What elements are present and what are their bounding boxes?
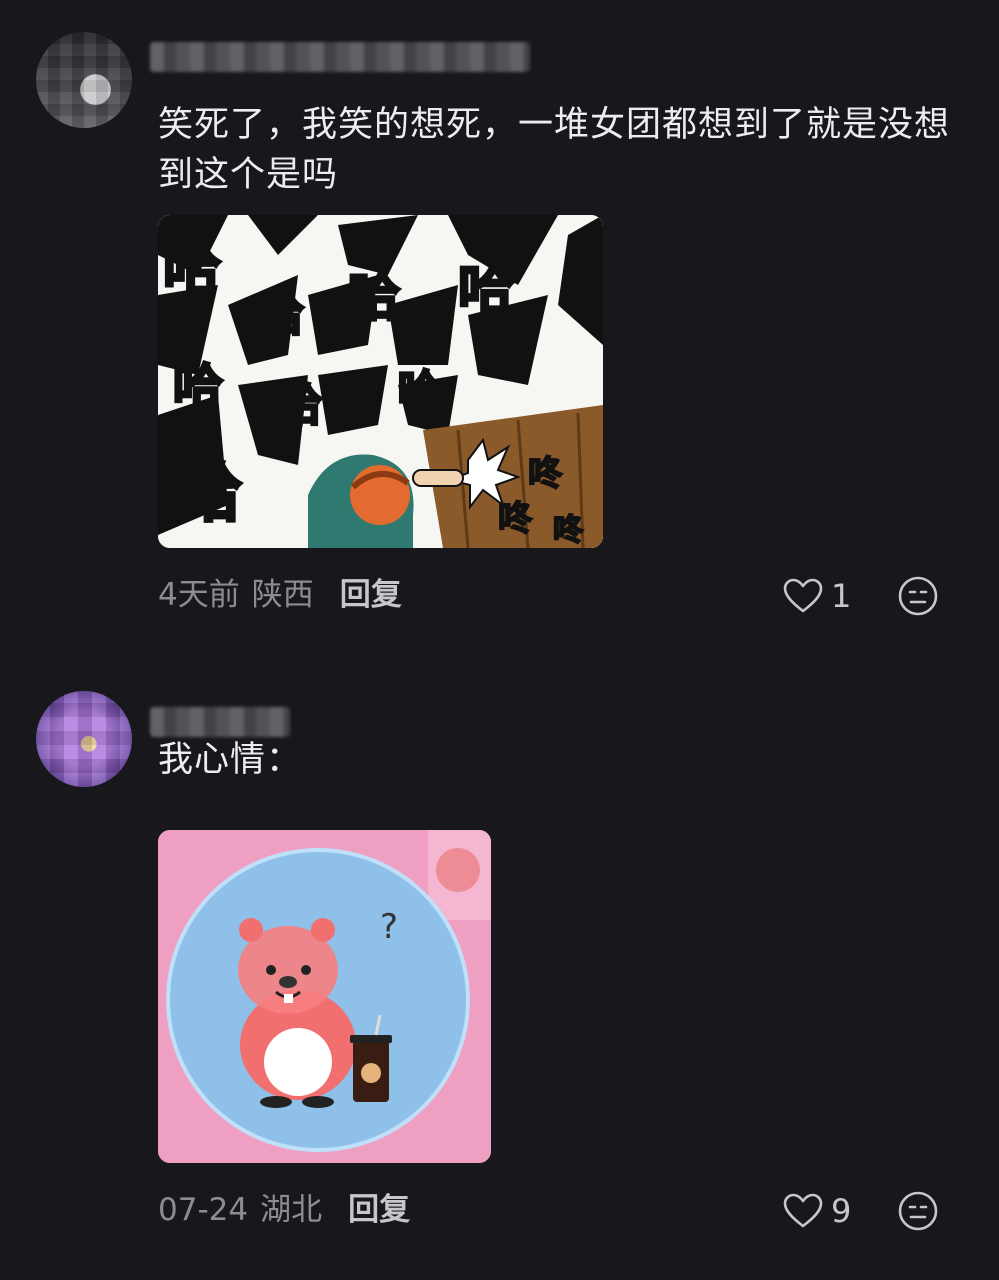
laughing-comic-illustration: 哈 哈 哈 哈 哈 哈 哈 哈 咚 咚 咚 <box>158 215 603 548</box>
heart-outline-icon <box>783 1193 823 1228</box>
username-blurred[interactable] <box>150 707 290 737</box>
heart-outline-icon <box>783 578 823 613</box>
sfx-ha-6: 哈 <box>278 380 322 431</box>
avatar[interactable] <box>36 32 132 128</box>
comment-image-laughing-comic[interactable]: 哈 哈 哈 哈 哈 哈 哈 哈 咚 咚 咚 <box>158 215 603 548</box>
comment-meta: 4天前 陕西 回复 <box>158 575 402 615</box>
like-count: 9 <box>831 1192 852 1230</box>
sfx-ha-3: 哈 <box>348 268 400 328</box>
neutral-face-icon[interactable] <box>897 1190 939 1232</box>
neutral-face-icon[interactable] <box>897 575 939 617</box>
comment-text: 我心情： <box>158 740 303 780</box>
like-button[interactable]: 1 <box>783 576 851 616</box>
comment-image-beaver-sticker[interactable]: ? <box>158 830 491 1163</box>
comment-item: 我心情： ? 07-24 湖北 回复 9 <box>0 685 999 1255</box>
sfx-dong-3: 咚 <box>553 513 584 548</box>
comment-location: 陕西 <box>251 577 314 613</box>
comment-location: 湖北 <box>260 1192 323 1228</box>
sfx-dong-2: 咚 <box>498 499 533 539</box>
comment-time: 07-24 <box>158 1192 249 1228</box>
avatar[interactable] <box>36 691 132 787</box>
sfx-ha-4: 哈 <box>458 259 514 324</box>
like-button[interactable]: 9 <box>783 1191 851 1231</box>
sfx-ha-8: 哈 <box>178 457 242 531</box>
like-count: 1 <box>831 577 852 615</box>
reply-button[interactable]: 回复 <box>340 577 402 613</box>
sfx-ha-1: 哈 <box>163 236 221 304</box>
sfx-ha-7: 哈 <box>398 366 440 415</box>
comment-item: 笑死了，我笑的想死，一堆女团都想到了就是没想到这个是吗 哈 哈 哈 哈 哈 哈 … <box>0 20 999 640</box>
username-blurred[interactable] <box>150 42 530 72</box>
comment-meta: 07-24 湖北 回复 <box>158 1190 410 1230</box>
sfx-ha-5: 哈 <box>173 359 223 417</box>
reply-button[interactable]: 回复 <box>348 1192 410 1228</box>
question-mark: ? <box>380 907 398 947</box>
sfx-ha-2: 哈 <box>258 287 304 341</box>
comment-text: 笑死了，我笑的想死，一堆女团都想到了就是没想到这个是吗 <box>158 105 951 195</box>
sfx-dong-1: 咚 <box>528 454 563 494</box>
comment-time: 4天前 <box>158 577 240 613</box>
beaver-sticker-illustration: ? <box>158 830 491 1163</box>
